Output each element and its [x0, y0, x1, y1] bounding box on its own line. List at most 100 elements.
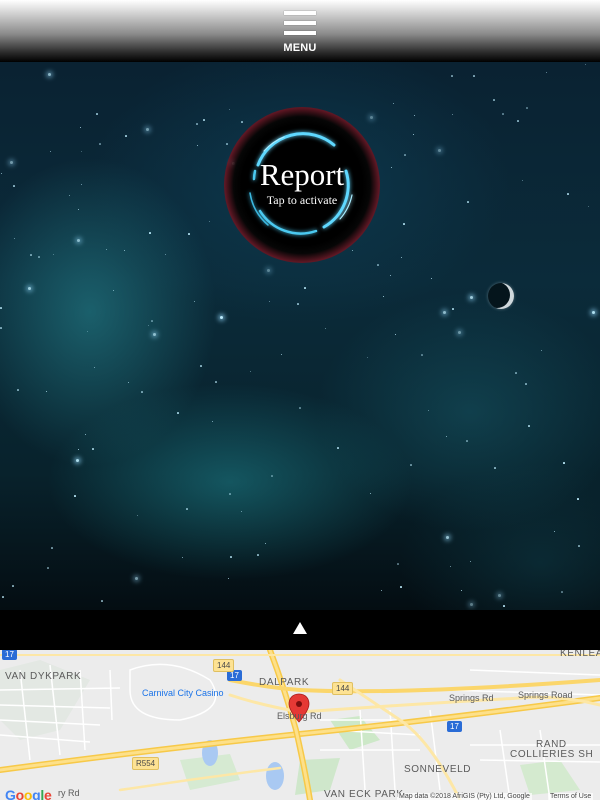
star [297, 303, 299, 305]
star [304, 287, 306, 289]
star [257, 554, 259, 556]
star [99, 143, 101, 145]
star [578, 545, 580, 547]
star [92, 448, 94, 450]
star [517, 120, 519, 122]
star [546, 72, 547, 73]
star [414, 115, 415, 116]
star [585, 64, 586, 65]
report-button[interactable]: Report Tap to activate [224, 107, 380, 263]
star [400, 586, 402, 588]
star [381, 590, 382, 591]
star [467, 201, 469, 203]
star [50, 151, 51, 152]
star [466, 440, 468, 442]
star [451, 75, 453, 77]
star [563, 462, 565, 464]
road-label-springs-rd: Springs Rd [449, 693, 494, 703]
star [78, 209, 79, 210]
map-toggle-bar [0, 610, 600, 650]
star [577, 498, 579, 500]
star [149, 232, 151, 234]
space-background: Report Tap to activate [0, 62, 600, 610]
star [203, 119, 205, 121]
star [53, 254, 54, 255]
star [458, 331, 461, 334]
star [446, 536, 449, 539]
star [397, 563, 399, 565]
star [85, 434, 86, 435]
star [383, 296, 384, 297]
star [151, 320, 153, 322]
star [271, 475, 273, 477]
route-shield-r554: R554 [132, 757, 160, 770]
road-label-elsburg-rd: Elsburg Rd [277, 711, 322, 721]
star [567, 193, 569, 195]
star [503, 605, 505, 607]
star [113, 290, 114, 291]
star [74, 495, 76, 497]
star [153, 333, 156, 336]
star [101, 600, 103, 602]
star [494, 467, 496, 469]
star [146, 128, 149, 131]
star [367, 357, 368, 358]
star [525, 383, 527, 385]
star [124, 250, 125, 251]
road-label-springs-road: Springs Road [518, 690, 573, 700]
star [502, 113, 504, 115]
star [470, 603, 473, 606]
star [461, 590, 462, 591]
star [470, 296, 473, 299]
star [200, 365, 202, 367]
terms-of-use-link[interactable]: Terms of Use [548, 793, 594, 800]
star [13, 185, 15, 187]
star [391, 167, 392, 168]
star [14, 238, 15, 239]
star [230, 556, 232, 558]
planet-crescent [488, 283, 514, 309]
star [194, 301, 195, 302]
star [493, 99, 495, 101]
star [470, 561, 471, 562]
route-shield-17: 17 [447, 721, 462, 732]
star [48, 73, 51, 76]
star [526, 107, 528, 109]
star [438, 149, 441, 152]
star [1, 173, 2, 174]
star [188, 233, 190, 235]
star [390, 275, 391, 276]
triangle-up-icon [293, 622, 307, 634]
map-label-sonneveld: SONNEVELD [404, 764, 472, 775]
star [69, 195, 70, 196]
star [10, 161, 13, 164]
google-logo-letter: e [43, 787, 52, 800]
star [281, 354, 282, 355]
star [265, 543, 266, 544]
star [38, 256, 40, 258]
star [401, 257, 402, 258]
google-logo: Google [5, 787, 52, 800]
star [182, 557, 183, 558]
star [250, 371, 251, 372]
star [241, 511, 242, 512]
map-view[interactable]: VAN DYKPARK DALPARK KENLEA RAND COLLIERI… [0, 650, 600, 800]
star [135, 577, 138, 580]
star [267, 269, 270, 272]
star [393, 103, 394, 104]
star [141, 391, 143, 393]
star [128, 382, 129, 383]
star [229, 493, 231, 495]
map-label-dalpark: DALPARK [259, 677, 310, 688]
star [2, 596, 4, 598]
star [30, 254, 32, 256]
star [47, 567, 49, 569]
expand-map-button[interactable] [290, 619, 310, 639]
menu-button[interactable]: MENU [270, 8, 330, 58]
road-label-ry-rd: ry Rd [58, 788, 80, 798]
star [87, 331, 88, 332]
star [28, 287, 31, 290]
star [325, 328, 326, 329]
route-shield-144: 144 [213, 659, 235, 672]
map-label-collieries: COLLIERIES SH [510, 749, 594, 760]
